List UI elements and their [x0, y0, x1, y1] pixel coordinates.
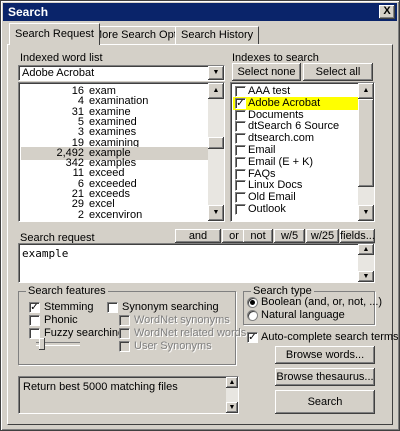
word-count: 2	[77, 208, 84, 221]
scroll-thumb[interactable]	[358, 99, 374, 187]
close-button[interactable]: X	[379, 5, 395, 19]
natural-language-label: Natural language	[261, 309, 345, 321]
boolean-label: Boolean (and, or, not, ...)	[261, 296, 383, 308]
phonic-checkbox[interactable]	[29, 315, 40, 326]
user-synonyms-checkbox[interactable]	[119, 341, 130, 352]
search-request-scrollbar[interactable]: ▲ ▼	[358, 244, 374, 282]
boolean-radio[interactable]	[247, 297, 258, 308]
chevron-down-icon[interactable]: ▼	[208, 66, 224, 80]
search-button[interactable]: Search	[275, 390, 375, 414]
index-checkbox[interactable]	[235, 192, 246, 204]
scroll-down-icon[interactable]: ▼	[358, 271, 374, 282]
scroll-up-icon[interactable]: ▲	[358, 244, 374, 255]
browse-words-button[interactable]: Browse words...	[275, 346, 375, 364]
search-request-input[interactable]: example ▲ ▼	[18, 243, 375, 283]
operator-button-and[interactable]: and	[175, 229, 221, 243]
stemming-label: Stemming	[44, 301, 94, 313]
index-name: Outlook	[248, 203, 286, 215]
tab-search-request[interactable]: Search Request	[9, 23, 100, 45]
word-text: excenviron	[89, 208, 143, 221]
operator-button-fields[interactable]: fields...	[340, 229, 375, 243]
index-checkbox[interactable]	[235, 86, 246, 97]
status-box: Return best 5000 matching files ▲ ▼	[18, 376, 239, 414]
fuzzy-slider-handle[interactable]	[39, 338, 45, 350]
word-combo-input[interactable]: Adobe Acrobat ▼	[18, 65, 225, 81]
index-checkbox[interactable]: ✓	[235, 97, 246, 109]
index-checkbox[interactable]	[235, 180, 246, 192]
tab-search-history[interactable]: Search History	[175, 26, 260, 44]
fuzzy-label: Fuzzy searching	[44, 327, 125, 339]
index-checkbox[interactable]	[235, 204, 246, 215]
index-checkbox[interactable]	[235, 156, 246, 168]
index-list[interactable]: AAA test ✓ Adobe Acrobat Documents dtSearch …	[230, 82, 375, 222]
browse-thesaurus-button[interactable]: Browse thesaurus...	[275, 368, 375, 386]
word-list-label: Indexed word list	[20, 52, 103, 64]
scroll-up-icon[interactable]: ▲	[226, 377, 238, 388]
index-list-scrollbar[interactable]: ▲ ▼	[358, 83, 374, 221]
title-bar: Search X	[3, 3, 397, 21]
scroll-up-icon[interactable]: ▲	[208, 83, 224, 99]
wordnet-related-label: WordNet related words	[134, 327, 247, 339]
search-dialog: Search X Search Request More Search Opti…	[0, 0, 400, 431]
autocomplete-checkbox[interactable]: ✓	[247, 332, 258, 343]
word-list-scrollbar[interactable]: ▲ ▼	[208, 83, 224, 221]
word-combo-value: Adobe Acrobat	[22, 67, 95, 79]
operator-button-w5[interactable]: w/5	[274, 229, 305, 243]
scroll-down-icon[interactable]: ▼	[358, 205, 374, 221]
scroll-down-icon[interactable]: ▼	[208, 205, 224, 221]
select-all-button[interactable]: Select all	[303, 63, 373, 81]
wordnet-synonyms-checkbox[interactable]	[119, 315, 130, 326]
phonic-label: Phonic	[44, 314, 78, 326]
select-none-button[interactable]: Select none	[232, 63, 301, 81]
word-list[interactable]: 16 exam 4 examination 31 examine 5 examined 3 exa…	[18, 82, 225, 222]
index-checkbox[interactable]	[235, 133, 246, 145]
search-features-title: Search features	[26, 285, 108, 297]
operator-button-w25[interactable]: w/25	[306, 229, 339, 243]
stemming-checkbox[interactable]: ✓	[29, 302, 40, 313]
scroll-thumb[interactable]	[208, 137, 224, 149]
wordnet-related-checkbox[interactable]	[119, 328, 130, 339]
wordnet-synonyms-label: WordNet synonyms	[134, 314, 230, 326]
index-checkbox[interactable]	[235, 121, 246, 133]
search-request-value: example	[22, 247, 69, 260]
index-checkbox[interactable]	[235, 145, 246, 156]
natural-language-radio[interactable]	[247, 310, 258, 321]
status-scrollbar[interactable]: ▲ ▼	[226, 377, 238, 413]
index-checkbox[interactable]	[235, 109, 246, 121]
scroll-up-icon[interactable]: ▲	[358, 83, 374, 99]
scroll-down-icon[interactable]: ▼	[226, 402, 238, 413]
autocomplete-label: Auto-complete search terms	[261, 331, 399, 343]
status-text: Return best 5000 matching files	[23, 381, 178, 393]
window-title: Search	[8, 5, 49, 19]
word-list-row[interactable]: 2 excenviron	[21, 208, 217, 221]
index-checkbox[interactable]	[235, 168, 246, 180]
user-synonyms-label: User Synonyms	[134, 340, 212, 352]
synonym-checkbox[interactable]	[107, 302, 118, 313]
synonym-label: Synonym searching	[122, 301, 219, 313]
operator-button-not[interactable]: not	[243, 229, 273, 243]
index-item[interactable]: Outlook	[233, 203, 361, 216]
